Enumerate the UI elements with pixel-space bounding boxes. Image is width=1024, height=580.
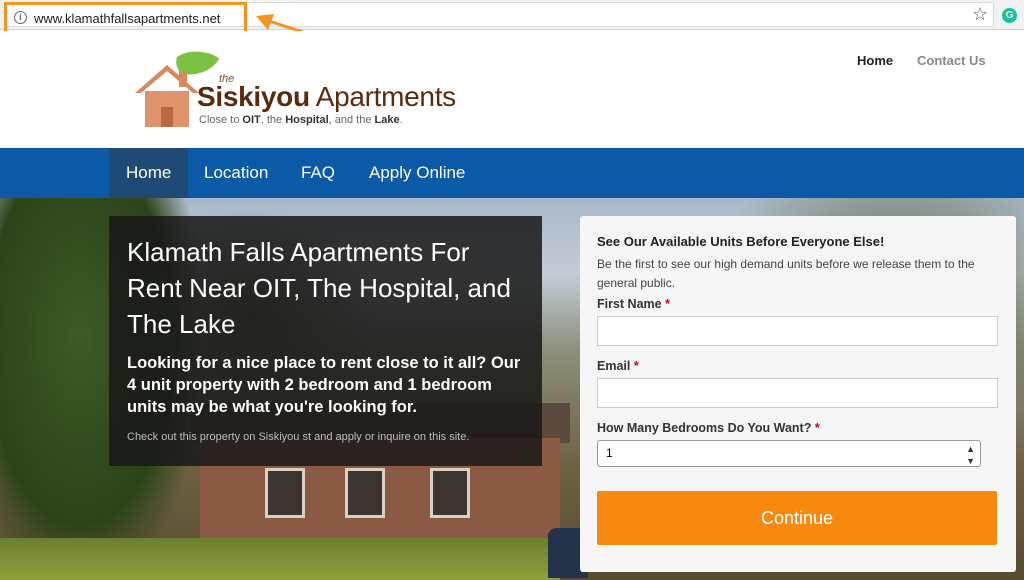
form-title: See Our Available Units Before Everyone …: [597, 234, 885, 249]
hero-bg-window: [265, 468, 305, 518]
hero-bg-window: [430, 468, 470, 518]
email-input[interactable]: [597, 378, 998, 408]
logo-name: Siskiyou Apartments: [197, 81, 456, 112]
topnav-home-link[interactable]: Home: [857, 53, 893, 68]
nav-item-location[interactable]: Location: [187, 148, 285, 198]
intro-panel: Klamath Falls Apartments For Rent Near O…: [109, 216, 542, 466]
first-name-label: First Name *: [597, 297, 670, 311]
nav-item-home[interactable]: Home: [109, 148, 189, 198]
bedrooms-select-value: 1: [606, 446, 613, 460]
signup-form: See Our Available Units Before Everyone …: [580, 216, 1016, 572]
intro-small-text: Check out this property on Siskiyou st a…: [127, 431, 470, 443]
site-header: the Siskiyou Apartments Close to OIT, th…: [0, 31, 1024, 148]
email-label: Email *: [597, 359, 639, 373]
bookmark-star-icon[interactable]: ☆: [972, 4, 988, 24]
hero-bg-grass: [0, 538, 560, 580]
bedrooms-label: How Many Bedrooms Do You Want? *: [597, 421, 820, 435]
intro-subtitle: Looking for a nice place to rent close t…: [127, 354, 521, 416]
nav-item-faq[interactable]: FAQ: [284, 148, 352, 198]
select-arrows-icon: ▲ ▼: [966, 444, 975, 466]
grammarly-extension-icon[interactable]: G: [1002, 8, 1017, 23]
first-name-input[interactable]: [597, 316, 998, 346]
site-logo[interactable]: the Siskiyou Apartments Close to OIT, th…: [133, 51, 503, 133]
topnav-contact-link[interactable]: Contact Us: [917, 53, 986, 68]
hero-bg-window: [345, 468, 385, 518]
bedrooms-select[interactable]: 1 ▲ ▼: [597, 440, 981, 467]
hero-section: Klamath Falls Apartments For Rent Near O…: [0, 198, 1024, 580]
continue-button[interactable]: Continue: [597, 491, 997, 545]
main-nav: Home Location FAQ Apply Online: [0, 148, 1024, 198]
nav-item-apply-online[interactable]: Apply Online: [352, 148, 482, 198]
form-description: Be the first to see our high demand unit…: [597, 257, 975, 290]
page-title: Klamath Falls Apartments For Rent Near O…: [127, 237, 511, 339]
logo-tagline: Close to OIT, the Hospital, and the Lake…: [199, 114, 403, 126]
